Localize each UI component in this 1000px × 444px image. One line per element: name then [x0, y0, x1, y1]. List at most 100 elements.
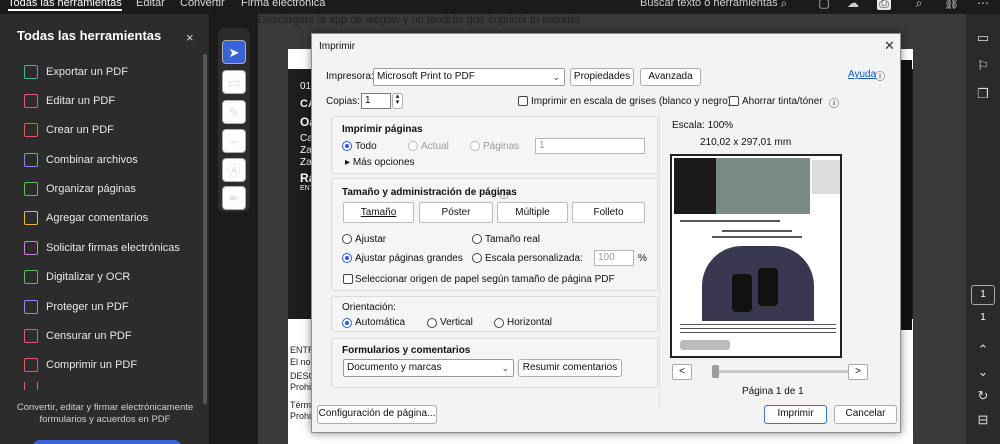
tool-label: Editar un PDF — [46, 95, 116, 107]
more-options-toggle[interactable]: ▸ Más opciones — [345, 157, 415, 168]
page-range-input[interactable]: 1 — [535, 138, 645, 154]
copy-pages-icon[interactable]: ❐ — [975, 86, 991, 102]
menu-edit[interactable]: Editar — [136, 0, 165, 9]
radio-custom-scale[interactable] — [472, 253, 482, 263]
rotate-icon[interactable]: ↻ — [975, 388, 991, 404]
orientation-horizontal-label: Horizontal — [507, 317, 553, 328]
properties-button[interactable]: Propiedades — [570, 68, 634, 86]
tool-edit-pdf[interactable]: Editar un PDF — [24, 91, 115, 111]
radio-current-page[interactable] — [408, 141, 418, 151]
current-page-box[interactable]: 1 — [971, 285, 995, 305]
save-ink-label: Ahorrar tinta/tóner — [742, 96, 823, 107]
orientation-vertical-label: Vertical — [440, 317, 473, 328]
sign-icon[interactable]: ✒ — [222, 186, 246, 210]
tools-scrollbar[interactable] — [203, 54, 207, 404]
comments-panel-icon[interactable]: ▭ — [975, 30, 991, 46]
grayscale-checkbox[interactable] — [518, 96, 528, 106]
thumb-line — [680, 220, 780, 222]
tool-redact-pdf[interactable]: Censurar un PDF — [24, 326, 132, 346]
tab-booklet[interactable]: Folleto — [572, 202, 645, 223]
highlight-pen-icon[interactable]: ✎ — [222, 100, 246, 124]
chevron-down-icon[interactable]: ⌄ — [975, 364, 991, 380]
save-icon[interactable]: ▢ — [817, 0, 831, 10]
menu-esign[interactable]: Firma electrónica — [241, 0, 325, 9]
page-range-label: Páginas — [483, 141, 520, 152]
doc-text: El no — [290, 357, 311, 367]
info-icon[interactable]: ⓘ — [499, 186, 509, 201]
search-tools-label[interactable]: Buscar texto o herramientas — [640, 0, 778, 9]
help-link[interactable]: Ayuda — [848, 69, 876, 80]
radio-orientation-auto[interactable] — [342, 318, 352, 328]
menu-convert[interactable]: Convertir — [180, 0, 225, 9]
help-icon[interactable]: ⓘ — [875, 68, 885, 83]
tool-export-pdf[interactable]: Exportar un PDF — [24, 62, 128, 82]
radio-shrink-oversized[interactable] — [342, 253, 352, 263]
summarize-comments-button[interactable]: Resumir comentarios — [518, 359, 622, 377]
search-icon[interactable]: ⌕ — [777, 0, 791, 10]
tool-combine-files[interactable]: Combinar archivos — [24, 150, 138, 170]
cancel-button[interactable]: Cancelar — [834, 405, 897, 424]
find-icon[interactable]: ⌕ — [912, 0, 926, 10]
select-cursor-icon[interactable]: ➤ — [222, 40, 246, 64]
radio-actual-size[interactable] — [472, 234, 482, 244]
menu-all-tools[interactable]: Todas las herramientas — [8, 0, 122, 11]
tab-multiple[interactable]: Múltiple — [497, 202, 568, 223]
zoom-icon[interactable]: ⊟ — [975, 412, 991, 428]
thumb-phone — [758, 268, 778, 306]
close-icon[interactable]: × — [186, 30, 194, 45]
add-comment-icon[interactable]: ▭ — [222, 70, 246, 94]
radio-fit[interactable] — [342, 234, 352, 244]
preview-slider-track[interactable] — [712, 370, 856, 373]
radio-orientation-horizontal[interactable] — [494, 318, 504, 328]
custom-scale-input[interactable]: 100 — [594, 250, 634, 266]
tool-organize-pages[interactable]: Organizar páginas — [24, 179, 136, 199]
thumb-line — [680, 332, 836, 333]
create-pdf-icon — [24, 123, 38, 137]
tool-create-pdf[interactable]: Crear un PDF — [24, 120, 114, 140]
link-icon[interactable]: ⛓ — [944, 0, 959, 10]
radio-orientation-vertical[interactable] — [427, 318, 437, 328]
print-icon[interactable]: ⎙ — [877, 0, 891, 10]
tab-size[interactable]: Tamaño — [343, 202, 414, 223]
chevron-up-icon[interactable]: ⌃ — [975, 342, 991, 358]
cloud-upload-icon[interactable]: ☁ — [846, 0, 860, 10]
print-button[interactable]: Imprimir — [764, 405, 827, 424]
thumb-line — [712, 236, 802, 238]
bookmark-icon[interactable]: ⚐ — [975, 58, 991, 74]
signature-request-icon — [24, 241, 38, 255]
thumb-line — [680, 328, 836, 329]
close-icon[interactable]: ✕ — [884, 38, 895, 54]
doc-text: Za — [300, 157, 312, 168]
tool-partial-item — [24, 382, 46, 390]
advanced-button[interactable]: Avanzada — [640, 68, 701, 86]
tool-add-comments[interactable]: Agregar comentarios — [24, 208, 148, 228]
copies-input[interactable]: 1 — [361, 93, 391, 109]
page-setup-button[interactable]: Configuración de página... — [317, 405, 437, 424]
tool-scan-ocr[interactable]: Digitalizar y OCR — [24, 267, 130, 287]
tab-poster[interactable]: Póster — [419, 202, 493, 223]
radio-page-range[interactable] — [470, 141, 480, 151]
printer-select[interactable]: Microsoft Print to PDF ⌄ — [373, 68, 565, 86]
info-icon[interactable]: ⓘ — [829, 95, 839, 110]
combine-files-icon — [24, 153, 38, 167]
tool-label: Agregar comentarios — [46, 212, 149, 224]
choose-source-checkbox[interactable] — [343, 274, 353, 284]
radio-all-pages[interactable] — [342, 141, 352, 151]
preview-prev-button[interactable]: < — [672, 364, 692, 380]
tool-protect-pdf[interactable]: Proteger un PDF — [24, 297, 129, 317]
tab-size-label: Tamaño — [360, 207, 397, 218]
preview-scale: Escala: 100% — [672, 120, 734, 131]
tool-request-signatures[interactable]: Solicitar firmas electrónicas — [24, 238, 180, 258]
free-trial-button[interactable] — [32, 440, 182, 444]
doc-text: Za — [300, 145, 312, 156]
save-ink-checkbox[interactable] — [729, 96, 739, 106]
preview-next-button[interactable]: > — [848, 364, 868, 380]
freehand-draw-icon[interactable]: ∽ — [222, 129, 246, 153]
copies-stepper[interactable]: ▴ ▾ — [392, 93, 403, 109]
tool-compress-pdf[interactable]: Comprimir un PDF — [24, 355, 137, 375]
more-icon[interactable]: ⋯ — [976, 0, 990, 10]
text-box-icon[interactable]: Ⓐ — [222, 158, 246, 182]
top-menu-bar: Todas las herramientas Editar Convertir … — [0, 0, 1000, 14]
forms-comments-select[interactable]: Documento y marcas ⌄ — [343, 359, 514, 377]
preview-slider-thumb[interactable] — [712, 365, 719, 378]
